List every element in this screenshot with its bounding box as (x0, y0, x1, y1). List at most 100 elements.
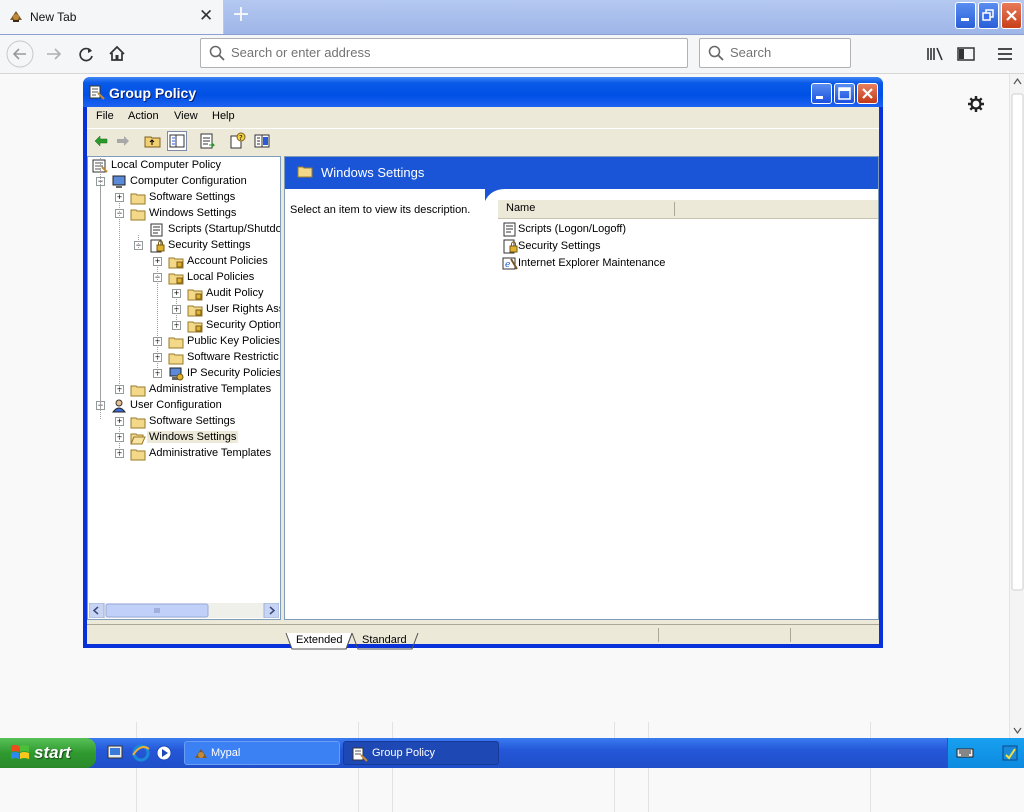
expand-icon[interactable]: + (153, 369, 162, 378)
details-header-title: Windows Settings (321, 165, 425, 180)
keyboard-icon[interactable] (956, 745, 974, 761)
back-button[interactable] (6, 40, 34, 68)
folder-icon (130, 447, 146, 461)
sidebar-icon[interactable] (952, 40, 980, 68)
tree-label: User Configuration (130, 399, 222, 411)
search-icon (209, 45, 225, 61)
ie-maintenance-icon: e (502, 256, 518, 271)
menu-help[interactable]: Help (212, 110, 235, 122)
network-icon[interactable] (1000, 743, 1020, 763)
tree-label: Scripts (Startup/Shutdo (168, 223, 281, 235)
up-folder-icon[interactable] (143, 131, 163, 151)
group-policy-window: Group Policy File Action View Help ? Loc… (83, 77, 883, 650)
folder-icon (168, 335, 184, 349)
computer-icon (111, 175, 127, 189)
home-button[interactable] (103, 40, 131, 68)
new-tab-button[interactable]: + (230, 4, 252, 28)
collapse-icon[interactable]: − (153, 273, 162, 282)
forward-arrow-icon[interactable] (113, 131, 133, 151)
page-scrollbar[interactable] (1009, 74, 1024, 738)
task-group-policy[interactable]: Group Policy (343, 741, 499, 765)
properties-help-icon[interactable]: ? (228, 131, 248, 151)
svg-text:?: ? (239, 134, 243, 142)
collapse-icon[interactable]: − (115, 209, 124, 218)
internet-explorer-icon[interactable] (131, 743, 151, 763)
expand-icon[interactable]: + (115, 417, 124, 426)
menu-file[interactable]: File (96, 110, 114, 122)
gp-title-bar[interactable]: Group Policy (83, 77, 883, 107)
collapse-icon[interactable]: − (96, 177, 105, 186)
tree-label: Local Computer Policy (111, 159, 222, 171)
expand-icon[interactable]: + (172, 305, 181, 314)
collapse-icon[interactable]: − (134, 241, 143, 250)
description-text: Select an item to view its description. (290, 204, 471, 216)
tree-label: Security Option (206, 319, 281, 331)
gp-minimize-button[interactable] (811, 83, 832, 104)
expand-icon[interactable]: + (153, 257, 162, 266)
gp-close-button[interactable] (857, 83, 878, 104)
task-label: Group Policy (372, 747, 435, 759)
locked-folder-icon (187, 303, 203, 317)
tree-label: Software Settings (149, 191, 236, 203)
gp-window-title: Group Policy (109, 85, 197, 101)
policy-tree-pane: Local Computer Policy − Computer Configu… (87, 156, 281, 620)
gear-icon[interactable] (966, 94, 986, 114)
search-icon (708, 45, 724, 61)
gp-menu-bar: File Action View Help (87, 107, 879, 127)
tree-horizontal-scrollbar[interactable] (89, 603, 279, 618)
expand-icon[interactable]: + (115, 449, 124, 458)
browser-restore-button[interactable] (978, 2, 999, 29)
user-icon (111, 399, 127, 413)
svg-text:e: e (505, 260, 510, 270)
locked-folder-icon (168, 255, 184, 269)
search-input[interactable] (730, 45, 840, 60)
tree-label: Local Policies (187, 271, 255, 283)
close-tab-icon[interactable]: ✕ (199, 8, 213, 25)
export-list-icon[interactable] (198, 131, 218, 151)
browser-nav-bar (0, 35, 1024, 74)
list-item-label: Internet Explorer Maintenance (518, 257, 666, 269)
library-icon[interactable] (921, 40, 949, 68)
url-input[interactable] (231, 45, 651, 60)
task-mypal[interactable]: Mypal (184, 741, 340, 765)
locked-folder-icon (187, 319, 203, 333)
script-icon (502, 222, 518, 237)
browser-close-button[interactable] (1001, 2, 1022, 29)
gp-maximize-button[interactable] (834, 83, 855, 104)
reload-button[interactable] (72, 40, 100, 68)
expand-icon[interactable]: + (115, 193, 124, 202)
expand-icon[interactable]: + (115, 433, 124, 442)
browser-minimize-button[interactable] (955, 2, 976, 29)
collapse-icon[interactable]: − (96, 401, 105, 410)
expand-icon[interactable]: + (172, 289, 181, 298)
search-bar[interactable] (699, 38, 851, 68)
details-header: Windows Settings (285, 157, 878, 189)
column-divider[interactable] (674, 202, 675, 216)
menu-view[interactable]: View (174, 110, 198, 122)
expand-icon[interactable]: + (115, 385, 124, 394)
tree-label: Computer Configuration (130, 175, 247, 187)
folder-icon (130, 191, 146, 205)
console-tree-icon[interactable] (252, 131, 272, 151)
browser-tab[interactable]: New Tab ✕ (0, 0, 224, 34)
gp-toolbar: ? (87, 128, 879, 155)
show-desktop-icon[interactable] (106, 743, 124, 763)
menu-icon[interactable] (991, 40, 1019, 68)
media-player-icon[interactable] (155, 743, 173, 763)
status-divider (658, 628, 659, 642)
list-item-label: Security Settings (518, 240, 601, 252)
start-label: start (34, 743, 71, 762)
expand-icon[interactable]: + (153, 337, 162, 346)
security-settings-icon (149, 239, 165, 253)
start-button[interactable]: start (0, 738, 96, 768)
tree-label: Audit Policy (206, 287, 264, 299)
show-hide-tree-icon[interactable] (167, 131, 187, 151)
forward-button[interactable] (40, 40, 68, 68)
back-arrow-icon[interactable] (91, 131, 111, 151)
menu-action[interactable]: Action (128, 110, 159, 122)
expand-icon[interactable]: + (172, 321, 181, 330)
expand-icon[interactable]: + (153, 353, 162, 362)
taskbar: Mypal Group Policy (0, 738, 1024, 768)
column-header-name[interactable]: Name (506, 202, 535, 214)
url-bar[interactable] (200, 38, 688, 68)
